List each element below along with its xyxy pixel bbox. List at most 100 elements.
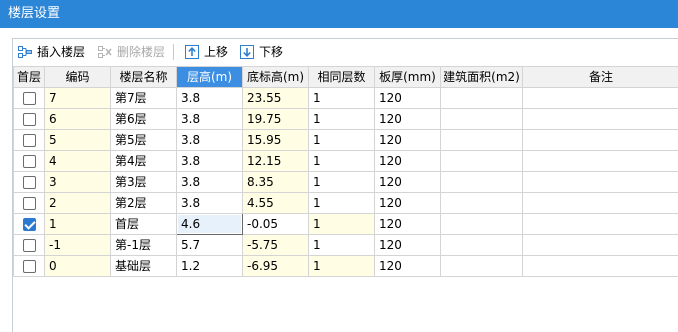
first-floor-checkbox[interactable] [22, 92, 36, 105]
building-area-cell[interactable] [440, 192, 523, 214]
floor-name-cell[interactable]: 第-1层 [110, 234, 177, 256]
same-count-cell[interactable]: 1 [308, 234, 375, 256]
col-header-bottom-elevation[interactable]: 底标高(m) [242, 66, 309, 88]
floor-height-edit-cell[interactable]: 4.6 [176, 213, 243, 235]
first-floor-checkbox[interactable] [22, 155, 36, 168]
same-count-cell[interactable]: 1 [308, 192, 375, 214]
table-row[interactable]: 2 第2层 3.8 4.55 1 120 [13, 192, 678, 214]
first-floor-cell[interactable] [13, 171, 45, 193]
same-count-cell[interactable]: 1 [308, 150, 375, 172]
same-count-cell[interactable]: 1 [308, 213, 375, 235]
floor-name-cell[interactable]: 基础层 [110, 255, 177, 277]
col-header-code[interactable]: 编码 [44, 66, 111, 88]
same-count-cell[interactable]: 1 [308, 108, 375, 130]
slab-thickness-cell[interactable]: 120 [374, 234, 441, 256]
floor-height-cell[interactable]: 5.7 [176, 234, 243, 256]
insert-floor-button[interactable]: 插入楼层 [17, 42, 85, 62]
code-cell[interactable]: 2 [44, 192, 111, 214]
building-area-cell[interactable] [440, 108, 523, 130]
floor-height-cell[interactable]: 3.8 [176, 108, 243, 130]
floor-height-cell[interactable]: 1.2 [176, 255, 243, 277]
floor-name-cell[interactable]: 第2层 [110, 192, 177, 214]
bottom-elevation-cell[interactable]: 19.75 [242, 108, 309, 130]
bottom-elevation-cell[interactable]: 8.35 [242, 171, 309, 193]
building-area-cell[interactable] [440, 255, 523, 277]
same-count-cell[interactable]: 1 [308, 87, 375, 109]
slab-thickness-cell[interactable]: 120 [374, 129, 441, 151]
note-cell[interactable] [522, 234, 678, 256]
table-row[interactable]: 7 第7层 3.8 23.55 1 120 [13, 87, 678, 109]
bottom-elevation-cell[interactable]: 4.55 [242, 192, 309, 214]
move-down-button[interactable]: 下移 [239, 42, 283, 62]
code-cell[interactable]: 4 [44, 150, 111, 172]
slab-thickness-cell[interactable]: 120 [374, 255, 441, 277]
first-floor-cell[interactable] [13, 87, 45, 109]
building-area-cell[interactable] [440, 87, 523, 109]
slab-thickness-cell[interactable]: 120 [374, 213, 441, 235]
note-cell[interactable] [522, 171, 678, 193]
table-row[interactable]: 5 第5层 3.8 15.95 1 120 [13, 129, 678, 151]
note-cell[interactable] [522, 150, 678, 172]
bottom-elevation-cell[interactable]: 12.15 [242, 150, 309, 172]
building-area-cell[interactable] [440, 234, 523, 256]
table-row[interactable]: -1 第-1层 5.7 -5.75 1 120 [13, 234, 678, 256]
bottom-elevation-cell[interactable]: -0.05 [242, 213, 309, 235]
slab-thickness-cell[interactable]: 120 [374, 192, 441, 214]
slab-thickness-cell[interactable]: 120 [374, 150, 441, 172]
floor-name-cell[interactable]: 第3层 [110, 171, 177, 193]
building-area-cell[interactable] [440, 171, 523, 193]
code-cell[interactable]: 3 [44, 171, 111, 193]
floor-name-cell[interactable]: 首层 [110, 213, 177, 235]
note-cell[interactable] [522, 129, 678, 151]
first-floor-checkbox[interactable] [22, 239, 36, 252]
floor-height-cell[interactable]: 3.8 [176, 129, 243, 151]
table-row[interactable]: 4 第4层 3.8 12.15 1 120 [13, 150, 678, 172]
bottom-elevation-cell[interactable]: -6.95 [242, 255, 309, 277]
floor-height-cell[interactable]: 3.8 [176, 171, 243, 193]
note-cell[interactable] [522, 213, 678, 235]
code-cell[interactable]: 0 [44, 255, 111, 277]
code-cell[interactable]: 7 [44, 87, 111, 109]
floor-name-cell[interactable]: 第7层 [110, 87, 177, 109]
first-floor-cell[interactable] [13, 150, 45, 172]
first-floor-cell[interactable] [13, 129, 45, 151]
first-floor-checkbox[interactable] [22, 134, 36, 147]
bottom-elevation-cell[interactable]: 23.55 [242, 87, 309, 109]
col-header-same-count[interactable]: 相同层数 [308, 66, 375, 88]
slab-thickness-cell[interactable]: 120 [374, 108, 441, 130]
floor-height-cell[interactable]: 3.8 [176, 87, 243, 109]
move-up-button[interactable]: 上移 [184, 42, 228, 62]
floor-name-cell[interactable]: 第6层 [110, 108, 177, 130]
col-header-note[interactable]: 备注 [522, 66, 678, 88]
first-floor-checkbox[interactable] [22, 260, 36, 273]
code-cell[interactable]: -1 [44, 234, 111, 256]
note-cell[interactable] [522, 87, 678, 109]
first-floor-checkbox[interactable] [22, 197, 36, 210]
note-cell[interactable] [522, 255, 678, 277]
note-cell[interactable] [522, 192, 678, 214]
table-row[interactable]: 6 第6层 3.8 19.75 1 120 [13, 108, 678, 130]
building-area-cell[interactable] [440, 150, 523, 172]
first-floor-cell[interactable] [13, 255, 45, 277]
same-count-cell[interactable]: 1 [308, 171, 375, 193]
code-cell[interactable]: 5 [44, 129, 111, 151]
first-floor-cell[interactable] [13, 192, 45, 214]
first-floor-cell[interactable] [13, 108, 45, 130]
col-header-first-floor[interactable]: 首层 [13, 66, 45, 88]
floor-name-cell[interactable]: 第4层 [110, 150, 177, 172]
col-header-floor-height[interactable]: 层高(m) [176, 66, 243, 88]
table-row[interactable]: 0 基础层 1.2 -6.95 1 120 [13, 255, 678, 277]
code-cell[interactable]: 1 [44, 213, 111, 235]
floor-height-cell[interactable]: 3.8 [176, 192, 243, 214]
table-row[interactable]: 3 第3层 3.8 8.35 1 120 [13, 171, 678, 193]
floor-height-cell[interactable]: 3.8 [176, 150, 243, 172]
first-floor-cell[interactable] [13, 213, 45, 235]
table-row[interactable]: 1 首层 4.6 -0.05 1 120 [13, 213, 678, 235]
note-cell[interactable] [522, 108, 678, 130]
first-floor-cell[interactable] [13, 234, 45, 256]
floor-name-cell[interactable]: 第5层 [110, 129, 177, 151]
first-floor-checkbox[interactable] [22, 113, 36, 126]
building-area-cell[interactable] [440, 213, 523, 235]
bottom-elevation-cell[interactable]: 15.95 [242, 129, 309, 151]
first-floor-checkbox[interactable] [22, 176, 36, 189]
